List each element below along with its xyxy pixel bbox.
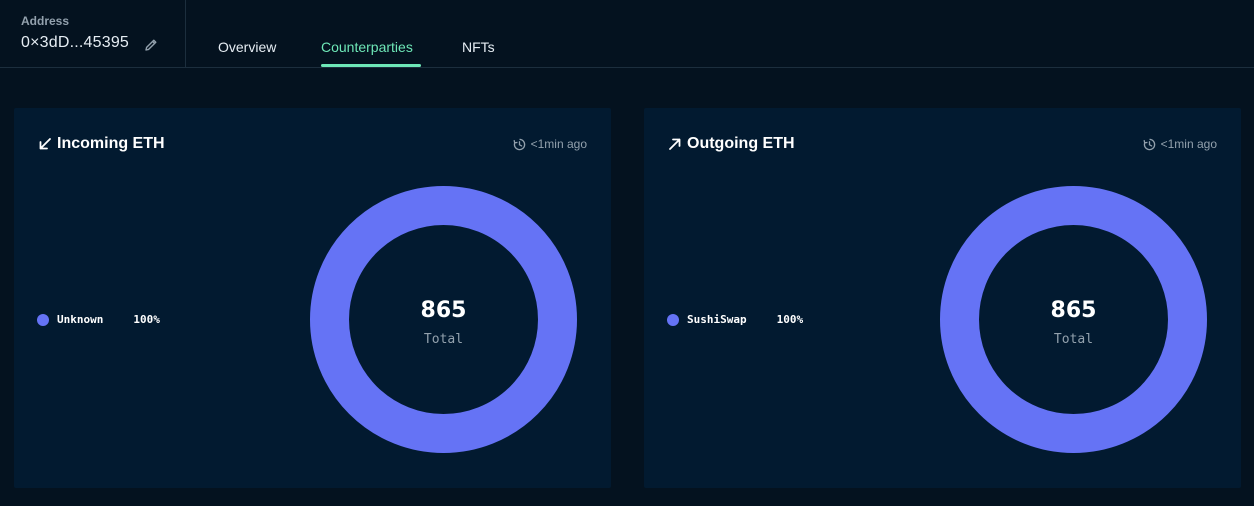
legend-percent: 100% xyxy=(133,313,160,326)
arrow-up-right-icon xyxy=(669,138,681,150)
last-updated-text: <1min ago xyxy=(1160,137,1217,151)
donut-total-value: 865 xyxy=(420,298,467,323)
card-title: Outgoing ETH xyxy=(687,135,795,152)
tab-overview[interactable]: Overview xyxy=(218,39,276,55)
last-updated: <1min ago xyxy=(513,137,587,151)
tab-counterparties[interactable]: Counterparties xyxy=(321,39,413,55)
donut-total-caption: Total xyxy=(423,332,464,347)
donut-total-caption: Total xyxy=(1053,332,1094,347)
outgoing-eth-card: Outgoing ETH <1min ago SushiSwap 100% 86… xyxy=(644,108,1241,488)
address-label: Address xyxy=(21,14,70,28)
legend-swatch xyxy=(667,313,679,326)
active-tab-indicator xyxy=(321,64,421,67)
top-bar: Address 0×3dD...45395 Overview Counterpa… xyxy=(0,0,1254,68)
last-updated: <1min ago xyxy=(1143,137,1217,151)
incoming-eth-card: Incoming ETH <1min ago Unknown 100% 865 … xyxy=(14,108,611,488)
address-block: Address 0×3dD...45395 xyxy=(0,0,186,67)
card-title: Incoming ETH xyxy=(57,135,165,152)
legend-percent: 100% xyxy=(776,313,804,326)
address-value: 0×3dD...45395 xyxy=(21,34,130,51)
legend-item: Unknown 100% xyxy=(37,313,160,326)
tab-nfts[interactable]: NFTs xyxy=(462,39,495,55)
refresh-clock-icon xyxy=(1143,138,1155,150)
edit-pencil-icon[interactable] xyxy=(143,37,159,53)
legend-name: SushiSwap xyxy=(687,313,747,326)
legend-name: Unknown xyxy=(57,313,104,326)
refresh-clock-icon xyxy=(513,138,525,150)
legend-swatch xyxy=(37,313,49,326)
legend-item: SushiSwap 100% xyxy=(667,313,803,326)
last-updated-text: <1min ago xyxy=(530,137,587,151)
arrow-down-left-icon xyxy=(39,138,51,150)
donut-total-value: 865 xyxy=(1050,298,1097,323)
